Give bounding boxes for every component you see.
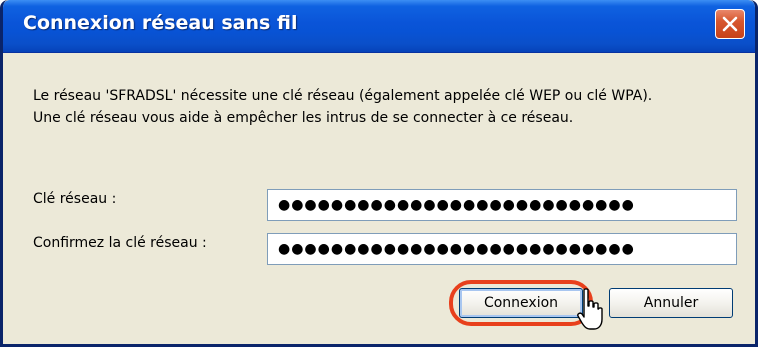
- network-key-input[interactable]: ●●●●●●●●●●●●●●●●●●●●●●●●●●●: [267, 189, 737, 221]
- confirm-key-label: Confirmez la clé réseau :: [33, 235, 207, 251]
- cancel-button[interactable]: Annuler: [609, 288, 733, 318]
- hand-pointer-icon: [577, 288, 603, 330]
- description-line-2: Une clé réseau vous aide à empêcher les …: [33, 110, 574, 126]
- title-bar: Connexion réseau sans fil: [3, 0, 755, 53]
- description-text: Le réseau 'SFRADSL' nécessite une clé ré…: [33, 85, 733, 129]
- highlight-ring: [449, 280, 593, 326]
- description-line-1: Le réseau 'SFRADSL' nécessite une clé ré…: [33, 88, 653, 104]
- dialog-window: Connexion réseau sans fil Le réseau 'SFR…: [0, 0, 758, 347]
- confirm-key-input[interactable]: ●●●●●●●●●●●●●●●●●●●●●●●●●●●: [267, 233, 737, 265]
- network-key-label: Clé réseau :: [33, 191, 117, 207]
- window-title: Connexion réseau sans fil: [23, 12, 298, 34]
- close-button[interactable]: [715, 9, 745, 39]
- close-icon: [722, 16, 738, 32]
